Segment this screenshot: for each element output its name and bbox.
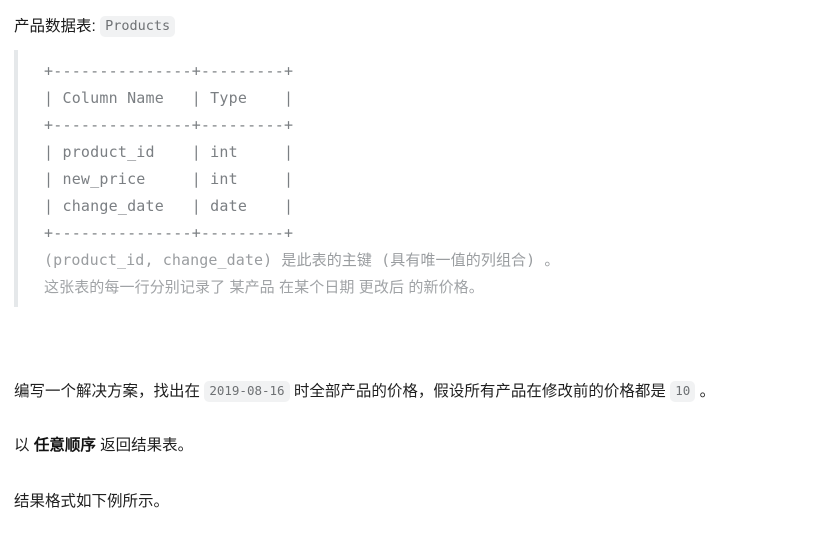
- schema-blockquote: +---------------+---------+ | Column Nam…: [14, 50, 821, 307]
- schema-line: | product_id | int |: [44, 143, 294, 161]
- schema-line: | Column Name | Type |: [44, 89, 294, 107]
- task-text-part2: 时全部产品的价格，假设所有产品在修改前的价格都是: [293, 383, 666, 400]
- schema-line: +---------------+---------+: [44, 116, 294, 134]
- default-price-code: 10: [670, 381, 696, 402]
- order-paragraph: 以 任意顺序 返回结果表。: [14, 431, 821, 461]
- task-paragraph: 编写一个解决方案，找出在 2019-08-16 时全部产品的价格，假设所有产品在…: [14, 377, 821, 407]
- target-date-code: 2019-08-16: [204, 381, 290, 402]
- task-text-part1: 编写一个解决方案，找出在: [14, 383, 201, 400]
- table-description-note: 这张表的每一行分别记录了 某产品 在某个日期 更改后 的新价格。: [44, 279, 484, 296]
- order-emphasis-text: 任意顺序: [33, 437, 96, 454]
- table-heading-label: 产品数据表:: [14, 18, 96, 35]
- order-prefix-text: 以: [14, 437, 30, 454]
- schema-line: | new_price | int |: [44, 170, 294, 188]
- table-name-code: Products: [100, 16, 176, 37]
- schema-ascii-table: +---------------+---------+ | Column Nam…: [44, 58, 821, 247]
- schema-line: | change_date | date |: [44, 197, 294, 215]
- order-suffix-text: 返回结果表。: [100, 437, 194, 454]
- table-heading: 产品数据表: Products: [14, 14, 821, 40]
- task-text-part3: 。: [699, 383, 716, 400]
- problem-description-page: 产品数据表: Products +---------------+-------…: [0, 0, 829, 547]
- schema-line: +---------------+---------+: [44, 224, 294, 242]
- primary-key-note: (product_id, change_date) 是此表的主键 (具有唯一值的…: [44, 251, 560, 269]
- format-paragraph: 结果格式如下例所示。: [14, 493, 170, 510]
- schema-line: +---------------+---------+: [44, 62, 294, 80]
